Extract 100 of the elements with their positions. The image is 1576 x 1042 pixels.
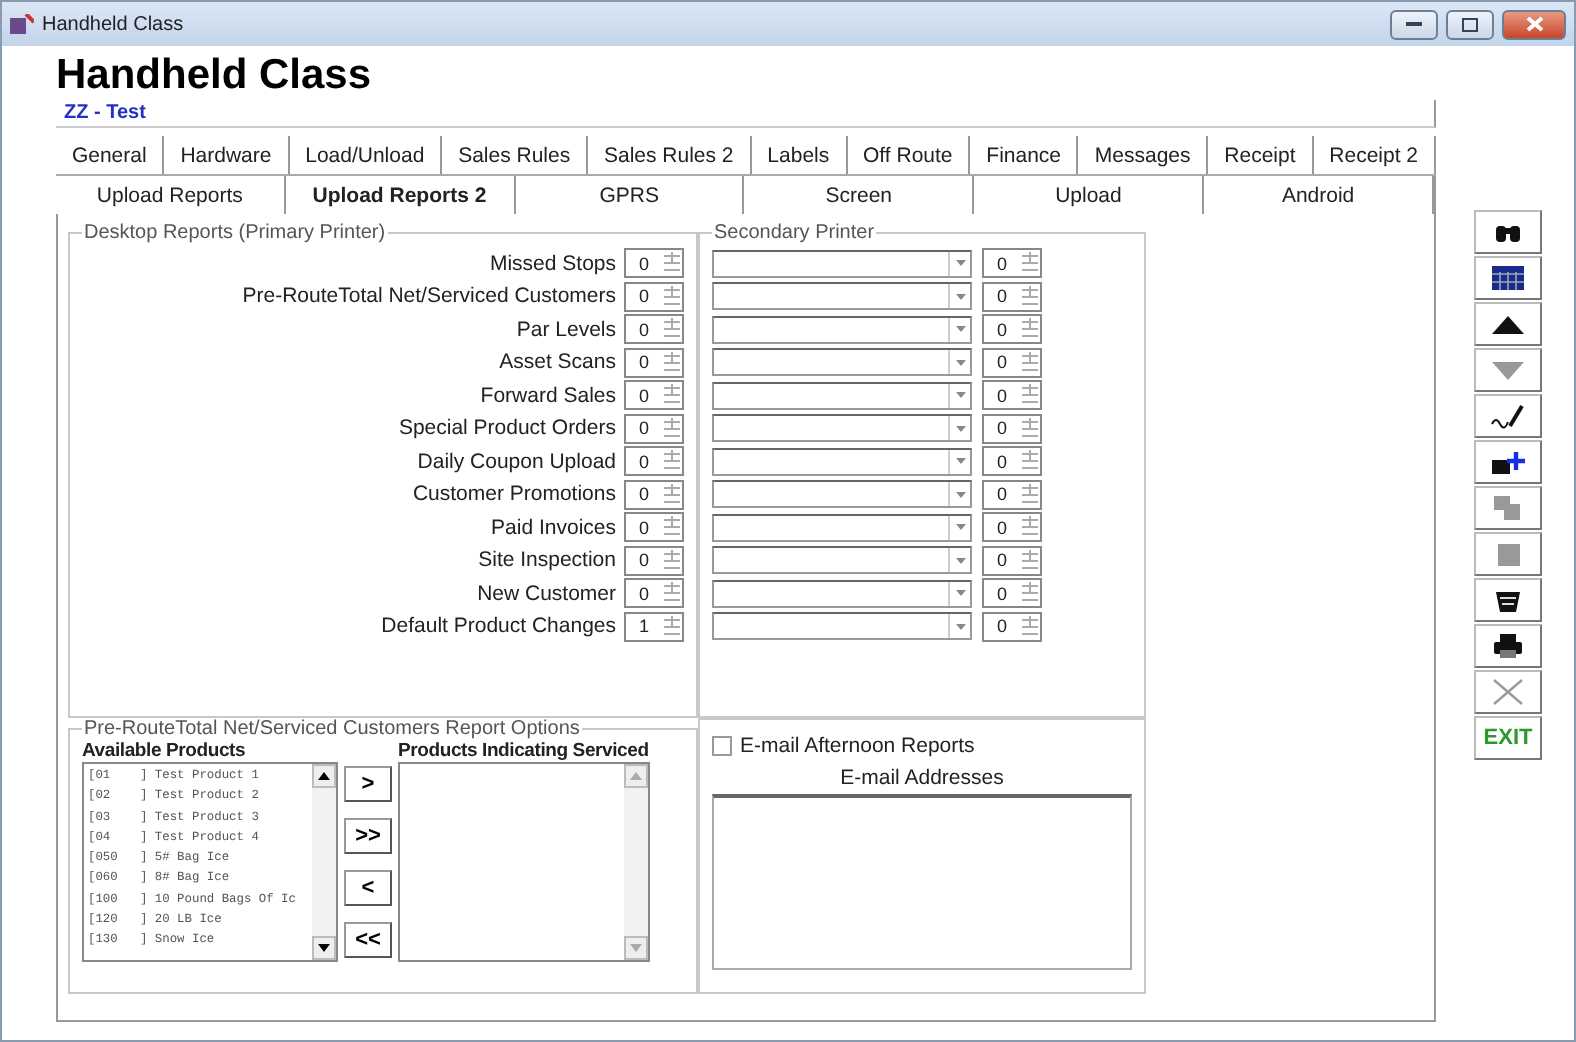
move-button[interactable]: >: [344, 766, 392, 802]
toolbar-button[interactable]: [1474, 302, 1542, 346]
copies-spinner[interactable]: 0: [982, 413, 1042, 443]
tab[interactable]: Screen: [744, 176, 975, 214]
copies-spinner[interactable]: 0: [624, 446, 684, 476]
move-button[interactable]: >>: [344, 818, 392, 854]
tab[interactable]: Load/Unload: [289, 136, 443, 174]
tab[interactable]: Hardware: [164, 136, 290, 174]
report-label: Asset Scans: [499, 350, 616, 374]
spin-arrows-icon: [662, 613, 682, 639]
spin-arrows-icon: [662, 547, 682, 573]
spin-arrows-icon: [1020, 283, 1040, 309]
tab[interactable]: Off Route: [847, 136, 971, 174]
copies-spinner[interactable]: 0: [982, 380, 1042, 410]
printer-dropdown[interactable]: [712, 612, 972, 640]
exit-button[interactable]: EXIT: [1474, 716, 1542, 760]
group-title: Desktop Reports (Primary Printer): [82, 222, 388, 244]
checkbox-label: E-mail Afternoon Reports: [740, 734, 975, 758]
toolbar-button[interactable]: [1474, 578, 1542, 622]
page-heading: Handheld Class: [56, 50, 374, 100]
toolbar-button[interactable]: [1474, 210, 1542, 254]
close-button[interactable]: [1502, 9, 1566, 39]
report-label: Special Product Orders: [398, 416, 616, 440]
minimize-icon: [1406, 21, 1422, 27]
spin-arrows-icon: [1020, 613, 1040, 639]
add-icon: [1490, 449, 1526, 475]
printer-dropdown[interactable]: [712, 381, 972, 409]
printer-dropdown[interactable]: [712, 579, 972, 607]
printer-dropdown[interactable]: [712, 480, 972, 508]
dropdown-arrow-icon: [955, 425, 965, 431]
scroll-up-button[interactable]: [312, 764, 336, 788]
copies-spinner[interactable]: 0: [982, 281, 1042, 311]
close-icon: [1525, 16, 1543, 32]
copies-spinner[interactable]: 0: [982, 611, 1042, 641]
copies-spinner[interactable]: 0: [624, 314, 684, 344]
email-addresses-label: E-mail Addresses: [838, 766, 1006, 790]
dropdown-arrow-icon: [955, 359, 965, 365]
toolbar-button[interactable]: [1474, 624, 1542, 668]
printer-dropdown[interactable]: [712, 414, 972, 442]
dropdown-arrow-icon: [955, 392, 965, 398]
binoculars-icon: [1494, 220, 1522, 244]
toolbar-button[interactable]: [1474, 394, 1542, 438]
email-addresses-field[interactable]: [712, 794, 1132, 970]
report-label: Daily Coupon Upload: [417, 449, 616, 473]
copies-spinner[interactable]: 0: [982, 545, 1042, 575]
minimize-button[interactable]: [1390, 9, 1438, 39]
copies-spinner[interactable]: 0: [624, 479, 684, 509]
tab[interactable]: Receipt 2: [1313, 136, 1436, 174]
printer-dropdown[interactable]: [712, 513, 972, 541]
tab[interactable]: General: [56, 136, 165, 174]
tab[interactable]: Labels: [751, 136, 848, 174]
printer-dropdown[interactable]: [712, 315, 972, 343]
dropdown-arrow-icon: [955, 590, 965, 596]
printer-dropdown[interactable]: [712, 546, 972, 574]
copies-spinner[interactable]: 1: [624, 611, 684, 641]
checkbox[interactable]: [712, 736, 732, 756]
maximize-button[interactable]: [1446, 9, 1494, 39]
copies-spinner[interactable]: 0: [982, 314, 1042, 344]
class-field[interactable]: ZZ - Test: [56, 100, 1436, 128]
copies-spinner[interactable]: 0: [624, 578, 684, 608]
group-title: Secondary Printer: [712, 222, 877, 244]
tab[interactable]: Receipt: [1208, 136, 1314, 174]
copies-spinner[interactable]: 0: [624, 545, 684, 575]
printer-dropdown[interactable]: [712, 282, 972, 310]
copies-spinner[interactable]: 0: [982, 512, 1042, 542]
tab[interactable]: Sales Rules: [442, 136, 589, 174]
group-title: Pre-RouteTotal Net/Serviced Customers Report Options: [82, 718, 582, 740]
tab[interactable]: GPRS: [515, 176, 745, 214]
down-triangle-icon: [1492, 361, 1524, 379]
spin-arrows-icon: [1020, 316, 1040, 342]
move-button[interactable]: <<: [344, 922, 392, 958]
copies-spinner[interactable]: 0: [624, 248, 684, 278]
toolbar-button[interactable]: [1474, 256, 1542, 300]
spin-arrows-icon: [1020, 514, 1040, 540]
copies-spinner[interactable]: 0: [624, 380, 684, 410]
copies-spinner[interactable]: 0: [982, 446, 1042, 476]
spin-arrows-icon: [1020, 580, 1040, 606]
tab[interactable]: Upload: [974, 176, 1205, 214]
copies-spinner[interactable]: 0: [624, 512, 684, 542]
down-arrow-icon: [318, 944, 330, 952]
scroll-down-button[interactable]: [312, 936, 336, 960]
report-label: Pre-RouteTotal Net/Serviced Customers: [242, 284, 616, 308]
printer-dropdown[interactable]: [712, 249, 972, 277]
copies-spinner[interactable]: 0: [624, 413, 684, 443]
copies-spinner[interactable]: 0: [982, 248, 1042, 278]
copies-spinner[interactable]: 0: [624, 281, 684, 311]
tab[interactable]: Messages: [1078, 136, 1209, 174]
copies-spinner[interactable]: 0: [982, 479, 1042, 509]
printer-dropdown[interactable]: [712, 348, 972, 376]
printer-dropdown[interactable]: [712, 447, 972, 475]
tab[interactable]: Sales Rules 2: [588, 136, 752, 174]
copy-icon: [1494, 496, 1522, 520]
tab[interactable]: Finance: [970, 136, 1079, 174]
copies-spinner[interactable]: 0: [982, 578, 1042, 608]
tab[interactable]: Android: [1204, 176, 1434, 214]
down-arrow-icon: [630, 944, 642, 952]
move-button[interactable]: <: [344, 870, 392, 906]
copies-spinner[interactable]: 0: [624, 347, 684, 377]
toolbar-button[interactable]: [1474, 440, 1542, 484]
copies-spinner[interactable]: 0: [982, 347, 1042, 377]
